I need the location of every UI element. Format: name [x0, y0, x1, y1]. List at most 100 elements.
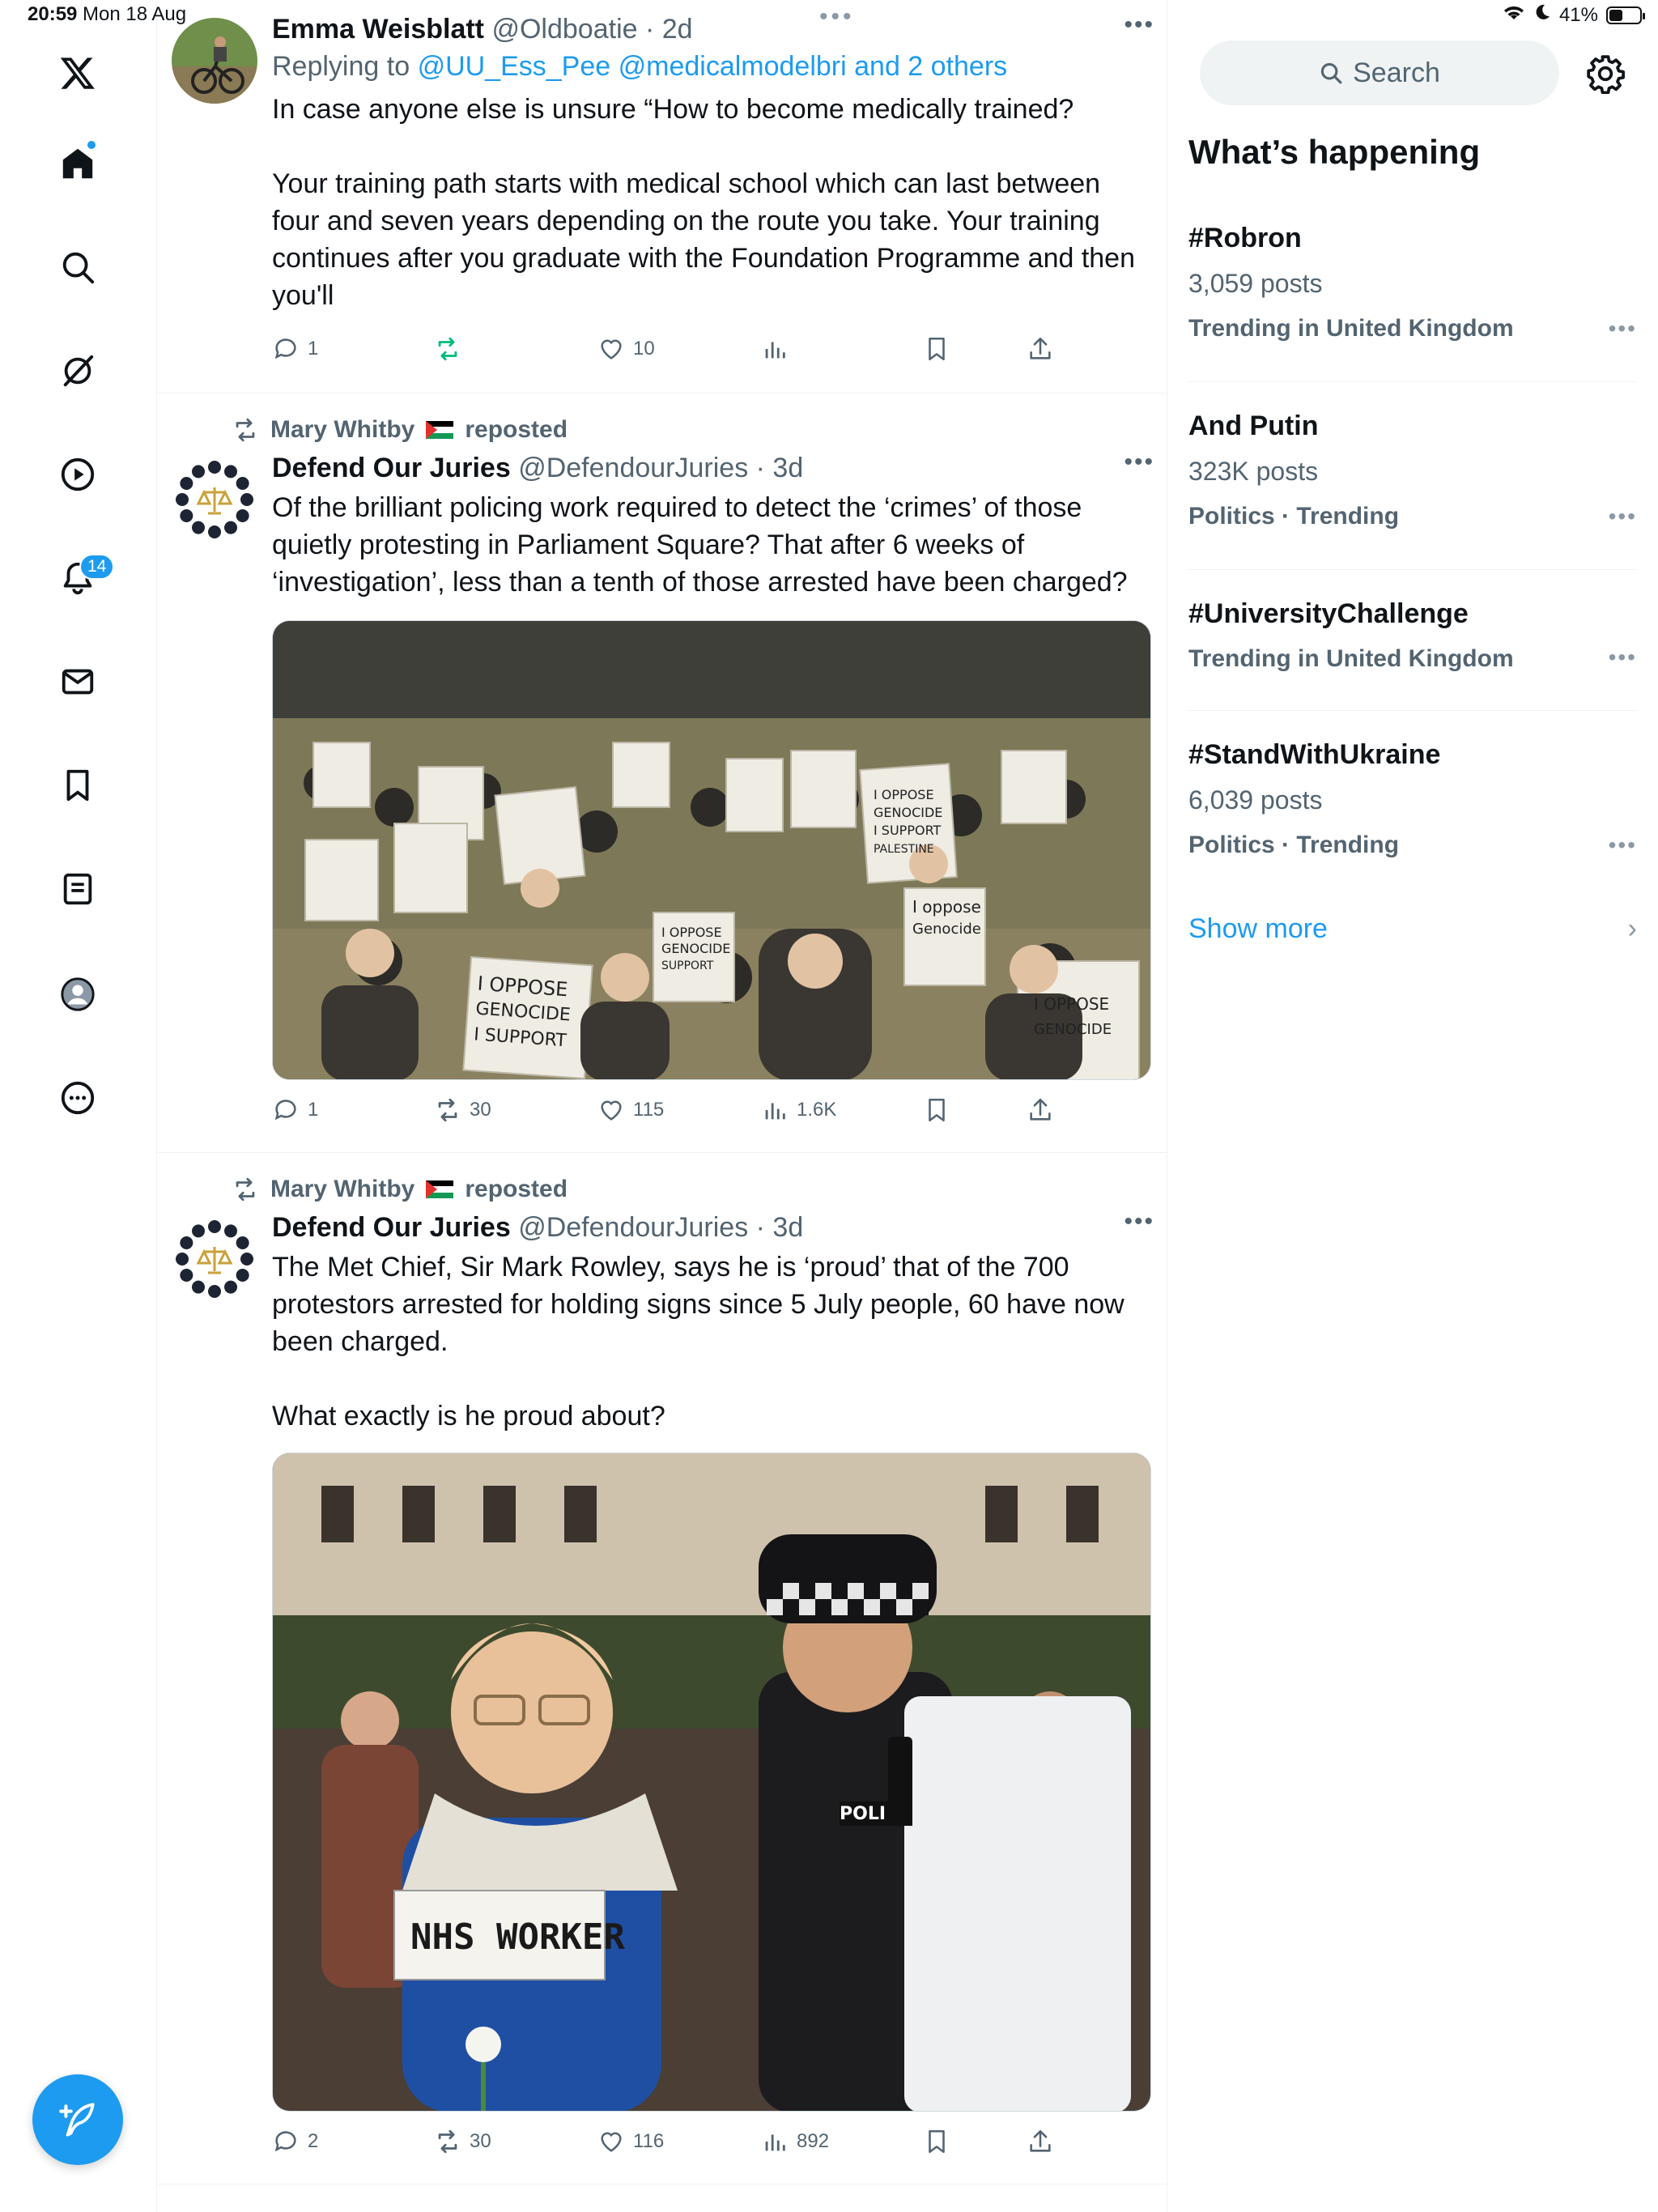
svg-text:I OPPOSE: I OPPOSE [661, 925, 722, 940]
x-logo-icon[interactable] [47, 42, 108, 104]
trend-more-icon[interactable]: ••• [1609, 504, 1637, 530]
views-button[interactable] [761, 335, 797, 363]
author-avatar[interactable] [172, 457, 257, 542]
reply-button[interactable]: 1 [272, 335, 318, 363]
reply-icon [274, 1100, 296, 1121]
notifications-badge: 14 [79, 554, 115, 580]
tweet-time[interactable]: 3d [772, 453, 803, 483]
author-name[interactable]: Defend Our Juries [272, 1212, 511, 1243]
bookmark-button[interactable] [923, 2128, 950, 2155]
trend-context: Politics · Trending [1188, 832, 1400, 858]
lists-icon[interactable] [47, 858, 108, 920]
timeline: ••• ••• Emma Weisblatt @Oldboatie · 2d R… [157, 0, 1167, 2212]
search-icon [1320, 62, 1342, 84]
search-icon[interactable] [47, 236, 108, 298]
notifications-icon[interactable]: 14 [47, 547, 115, 609]
author-handle[interactable]: @DefendourJuries [518, 453, 748, 483]
tweet-actions: 1 30 115 1.6K [272, 1096, 1130, 1132]
author-name[interactable]: Defend Our Juries [272, 453, 511, 483]
share-button[interactable] [1027, 1096, 1054, 1124]
trend-item[interactable]: #StandWithUkraine 6,039 posts Politics ·… [1188, 737, 1637, 874]
repost-button[interactable] [434, 335, 470, 363]
bookmark-button[interactable] [923, 1096, 950, 1124]
avatar-dot [176, 1253, 189, 1266]
avatar-dot [208, 1220, 221, 1233]
grok-icon[interactable] [47, 340, 108, 402]
heart-icon [601, 1100, 622, 1121]
repost-count: 30 [470, 1099, 491, 1121]
search-placeholder: Search [1353, 57, 1440, 88]
reposter-name[interactable]: Mary Whitby [270, 416, 414, 444]
search-input[interactable]: Search [1200, 40, 1559, 105]
reposter-name[interactable]: Mary Whitby [270, 1176, 414, 1203]
reposted-label: reposted [465, 416, 568, 443]
trend-item[interactable]: And Putin 323K posts Politics · Trending… [1188, 408, 1637, 570]
tweet[interactable]: Mary Whitby reposted ••• Defend Our Juri… [157, 393, 1167, 1153]
avatar-dot [180, 1269, 193, 1282]
bookmark-icon [929, 2129, 945, 2154]
show-more-label: Show more [1188, 913, 1328, 944]
messages-icon[interactable] [47, 651, 108, 713]
avatar-dot [240, 1253, 253, 1266]
like-count: 115 [633, 1099, 665, 1121]
author-avatar[interactable] [172, 1216, 257, 1302]
feather-plus-icon [59, 2103, 95, 2137]
reply-button[interactable]: 1 [272, 1096, 318, 1124]
bookmark-icon [929, 1098, 945, 1122]
settings-gear-icon[interactable] [1585, 53, 1626, 94]
trend-item[interactable]: #Robron 3,059 posts Trending in United K… [1188, 220, 1637, 382]
share-button[interactable] [1027, 2128, 1054, 2155]
battery-icon [1606, 6, 1645, 24]
repost-context: Mary Whitby reposted [232, 1176, 568, 1203]
like-count: 10 [633, 338, 655, 359]
avatar-dot [224, 521, 237, 534]
trend-context: Politics · Trending [1188, 503, 1400, 530]
svg-text:I OPPOSE: I OPPOSE [874, 787, 934, 802]
tweet-actions: 1 10 [272, 335, 1130, 371]
tweet-image-arrest[interactable]: NHS WORKER POLI [272, 1453, 1151, 2112]
battery-fill [1609, 9, 1623, 21]
profile-icon[interactable] [47, 963, 108, 1025]
home-unread-dot [86, 139, 97, 151]
repost-button[interactable]: 30 [434, 1096, 491, 1124]
moon-icon [1533, 3, 1551, 27]
more-icon[interactable] [47, 1067, 108, 1129]
trend-more-icon[interactable]: ••• [1609, 832, 1637, 858]
views-button[interactable]: 892 [761, 2128, 829, 2155]
heart-icon [601, 339, 622, 359]
share-button[interactable] [1027, 335, 1054, 363]
video-icon[interactable] [47, 444, 108, 505]
like-button[interactable]: 10 [597, 335, 655, 363]
bookmarks-icon[interactable] [47, 755, 108, 816]
heart-icon [601, 2132, 622, 2152]
trend-more-icon[interactable]: ••• [1609, 644, 1637, 670]
trend-item[interactable]: #UniversityChallenge Trending in United … [1188, 596, 1637, 711]
reply-button[interactable]: 2 [272, 2128, 318, 2155]
tweet-header: Defend Our Juries @DefendourJuries · 3d [272, 453, 804, 483]
avatar-dot [224, 1224, 237, 1238]
home-icon[interactable] [47, 133, 108, 194]
tweet-time[interactable]: 3d [772, 1212, 803, 1243]
compose-post-button[interactable] [32, 2074, 123, 2165]
repost-icon [438, 1098, 457, 1122]
avatar-dot [180, 509, 193, 522]
show-more-link[interactable]: Show more › [1188, 913, 1637, 945]
tweet-image-protest[interactable]: I OPPOSE GENOCIDE I SUPPORT PALESTINE I op… [272, 620, 1151, 1080]
replying-to-links[interactable]: @UU_Ess_Pee @medicalmodelbri and 2 other… [418, 51, 1008, 82]
trend-name: #Robron [1188, 223, 1302, 253]
bookmark-button[interactable] [923, 335, 950, 363]
replying-label: Replying to [272, 51, 410, 82]
views-button[interactable]: 1.6K [761, 1096, 836, 1124]
like-button[interactable]: 116 [597, 2128, 664, 2155]
tweet[interactable]: ••• Emma Weisblatt @Oldboatie · 2d Reply… [157, 0, 1167, 393]
repost-icon [236, 1177, 255, 1202]
trend-context: Trending in United Kingdom [1188, 315, 1514, 342]
trend-more-icon[interactable]: ••• [1609, 316, 1637, 342]
like-count: 116 [633, 2130, 665, 2152]
reply-icon [274, 338, 296, 359]
author-handle[interactable]: @DefendourJuries [518, 1212, 748, 1243]
svg-text:I SUPPORT: I SUPPORT [874, 823, 942, 838]
tweet[interactable]: Mary Whitby reposted ••• Defend Our Juri… [157, 1153, 1167, 2184]
like-button[interactable]: 115 [597, 1096, 664, 1124]
repost-button[interactable]: 30 [434, 2128, 491, 2155]
